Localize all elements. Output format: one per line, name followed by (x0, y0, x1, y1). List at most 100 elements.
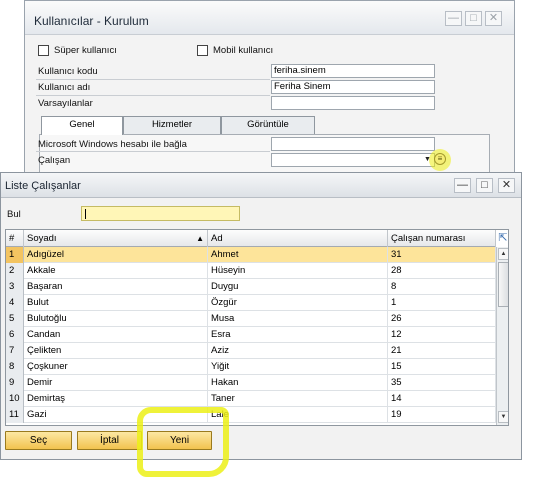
column-header-name[interactable]: Ad (208, 230, 388, 247)
find-label: Bul (7, 209, 21, 220)
choose-from-list-icon[interactable]: ≡ (434, 153, 446, 165)
tab-services-label: Hizmetler (151, 119, 193, 130)
cell-employee-number: 19 (388, 407, 496, 423)
cell-surname: Başaran (24, 279, 208, 295)
users-setup-title: Kullanıcılar - Kurulum (34, 14, 149, 28)
defaults-field[interactable] (271, 96, 435, 110)
table-row[interactable]: 11 Gazi Lale 19 (6, 407, 496, 423)
super-user-checkbox[interactable] (38, 45, 49, 56)
table-row[interactable]: 8 Çoşkuner Yiğit 15 (6, 359, 496, 375)
cell-employee-number: 12 (388, 327, 496, 343)
row-number: 8 (6, 359, 24, 375)
cell-employee-number: 28 (388, 263, 496, 279)
scroll-down-icon[interactable]: ▼ (498, 411, 508, 423)
sort-ascending-icon: ▲ (196, 234, 204, 243)
cell-name: Hüseyin (208, 263, 388, 279)
minimize-icon[interactable]: — (454, 178, 471, 193)
cell-employee-number: 35 (388, 375, 496, 391)
cell-employee-number: 21 (388, 343, 496, 359)
table-row[interactable]: 1 Adıgüzel Ahmet 31 (6, 247, 496, 263)
close-icon[interactable]: ✕ (485, 11, 502, 26)
tab-general-label: Genel (69, 119, 95, 130)
vertical-scrollbar[interactable]: ▲ ▼ (496, 247, 508, 425)
row-number: 4 (6, 295, 24, 311)
user-name-label: Kullanıcı adı (38, 82, 91, 93)
tab-general[interactable]: Genel (41, 116, 123, 135)
table-row[interactable]: 5 Bulutoğlu Musa 26 (6, 311, 496, 327)
cell-surname: Demirtaş (24, 391, 208, 407)
column-header-employee-number[interactable]: Çalışan numarası (388, 230, 496, 247)
row-number: 1 (6, 247, 24, 263)
row-number: 6 (6, 327, 24, 343)
table-row[interactable]: 6 Candan Esra 12 (6, 327, 496, 343)
tab-display[interactable]: Görüntüle (221, 116, 315, 134)
row-number: 2 (6, 263, 24, 279)
maximize-icon[interactable]: □ (465, 11, 482, 26)
row-number: 10 (6, 391, 24, 407)
employee-label: Çalışan (38, 155, 71, 166)
defaults-label: Varsayılanlar (38, 98, 93, 109)
column-header-index[interactable]: # (6, 230, 24, 247)
find-input[interactable] (81, 206, 240, 221)
windows-account-field[interactable] (271, 137, 435, 151)
cell-employee-number: 26 (388, 311, 496, 327)
cell-surname: Gazi (24, 407, 208, 423)
users-setup-window: Kullanıcılar - Kurulum — □ ✕ Süper kulla… (24, 0, 515, 179)
cell-employee-number: 1 (388, 295, 496, 311)
new-button[interactable]: Yeni (147, 431, 212, 450)
cell-name: Yiğit (208, 359, 388, 375)
cell-name: Ahmet (208, 247, 388, 263)
mobile-user-checkbox[interactable] (197, 45, 208, 56)
cell-surname: Çoşkuner (24, 359, 208, 375)
user-code-label: Kullanıcı kodu (38, 66, 98, 77)
divider (36, 95, 270, 96)
cell-surname: Adıgüzel (24, 247, 208, 263)
employees-grid: # Soyadı ▲ Ad Çalışan numarası ⇱ 1 Adıgüz… (5, 229, 509, 426)
scroll-up-icon[interactable]: ▲ (498, 248, 508, 260)
table-row[interactable]: 2 Akkale Hüseyin 28 (6, 263, 496, 279)
table-row[interactable]: 4 Bulut Özgür 1 (6, 295, 496, 311)
cell-surname: Demir (24, 375, 208, 391)
mobile-user-label: Mobil kullanıcı (213, 45, 274, 56)
cell-employee-number: 14 (388, 391, 496, 407)
row-number: 5 (6, 311, 24, 327)
choose-button[interactable]: Seç (5, 431, 72, 450)
cancel-button[interactable]: İptal (77, 431, 142, 450)
table-row[interactable]: 10 Demirtaş Taner 14 (6, 391, 496, 407)
column-header-surname[interactable]: Soyadı ▲ (24, 230, 208, 247)
column-header-surname-label: Soyadı (27, 233, 57, 244)
minimize-icon[interactable]: — (445, 11, 462, 26)
scroll-thumb[interactable] (498, 262, 508, 307)
divider (36, 79, 270, 80)
table-row[interactable]: 9 Demir Hakan 35 (6, 375, 496, 391)
table-row[interactable]: 7 Çelikten Aziz 21 (6, 343, 496, 359)
maximize-icon[interactable]: □ (476, 178, 493, 193)
close-icon[interactable]: ✕ (498, 178, 515, 193)
windows-account-label: Microsoft Windows hesabı ile bağla (38, 139, 187, 150)
cell-name: Aziz (208, 343, 388, 359)
cell-name: Taner (208, 391, 388, 407)
tab-services[interactable]: Hizmetler (123, 116, 221, 134)
row-number: 3 (6, 279, 24, 295)
employees-list-window: Liste Çalışanlar — □ ✕ Bul # Soyadı ▲ Ad… (0, 172, 522, 460)
cell-name: Hakan (208, 375, 388, 391)
user-name-field[interactable]: Feriha Sinem (271, 80, 435, 94)
table-row[interactable]: 3 Başaran Duygu 8 (6, 279, 496, 295)
cell-surname: Çelikten (24, 343, 208, 359)
cell-name: Esra (208, 327, 388, 343)
cell-name: Özgür (208, 295, 388, 311)
grid-header: # Soyadı ▲ Ad Çalışan numarası (6, 230, 496, 247)
cell-name: Musa (208, 311, 388, 327)
employees-list-titlebar[interactable]: Liste Çalışanlar — □ ✕ (1, 173, 521, 198)
row-number: 7 (6, 343, 24, 359)
expand-icon[interactable]: ⇱ (497, 231, 508, 245)
cell-name: Lale (208, 407, 388, 423)
employees-list-title: Liste Çalışanlar (5, 180, 81, 192)
employee-combo[interactable] (271, 153, 435, 167)
chevron-down-icon[interactable]: ▼ (423, 153, 432, 167)
user-code-field[interactable]: feriha.sinem (271, 64, 435, 78)
cell-surname: Candan (24, 327, 208, 343)
divider (36, 151, 270, 152)
cell-surname: Akkale (24, 263, 208, 279)
users-setup-titlebar[interactable]: Kullanıcılar - Kurulum — □ ✕ (25, 1, 514, 35)
